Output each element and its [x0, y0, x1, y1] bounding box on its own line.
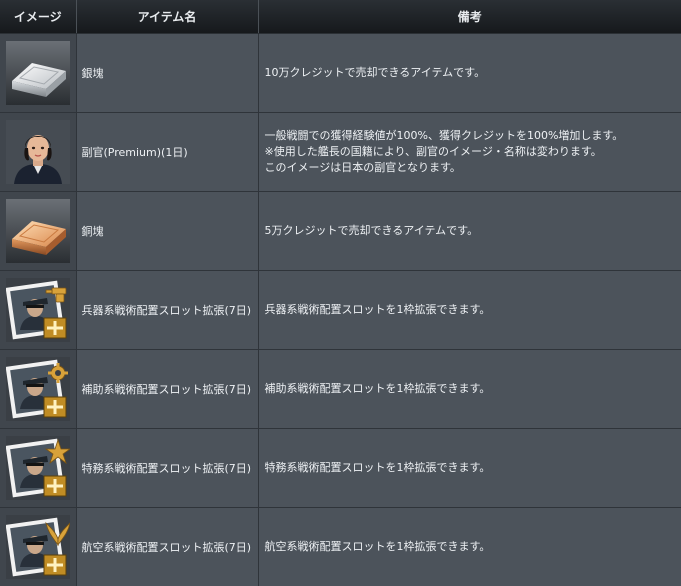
- support-slot-expand-icon: [5, 357, 70, 421]
- air-slot-expand-icon: [5, 515, 70, 579]
- table-row: 航空系戦術配置スロット拡張(7日) 航空系戦術配置スロットを1枠拡張できます。: [0, 507, 681, 586]
- table-row: 副官(Premium)(1日) 一般戦闘での獲得経験値が100%、獲得クレジット…: [0, 112, 681, 192]
- item-name: 特務系戦術配置スロット拡張(7日): [76, 428, 259, 508]
- item-image-cell: [0, 270, 77, 350]
- item-table: イメージ アイテム名 備考 銀塊 10万クレジットで売却できるアイテムです。 副…: [0, 0, 681, 586]
- table-row: 兵器系戦術配置スロット拡張(7日) 兵器系戦術配置スロットを1枠拡張できます。: [0, 270, 681, 350]
- silver-ingot-icon: [5, 41, 70, 105]
- item-name: 兵器系戦術配置スロット拡張(7日): [76, 270, 259, 350]
- item-name: 銅塊: [76, 191, 259, 271]
- header-item-name: アイテム名: [76, 0, 259, 34]
- table-row: 銀塊 10万クレジットで売却できるアイテムです。: [0, 33, 681, 113]
- item-name: 銀塊: [76, 33, 259, 113]
- item-note-line: 兵器系戦術配置スロットを1枠拡張できます。: [264, 303, 491, 316]
- item-note-line: ※使用した艦長の国籍により、副官のイメージ・名称は変わります。: [264, 145, 602, 158]
- weapon-slot-expand-icon: [5, 278, 70, 342]
- header-image: イメージ: [0, 0, 77, 34]
- item-image-cell: [0, 349, 77, 429]
- item-image-cell: [0, 112, 77, 192]
- item-note: 航空系戦術配置スロットを1枠拡張できます。: [258, 507, 681, 586]
- item-name: 航空系戦術配置スロット拡張(7日): [76, 507, 259, 586]
- item-note-line: 一般戦闘での獲得経験値が100%、獲得クレジットを100%増加します。: [264, 129, 624, 142]
- item-note-line: 航空系戦術配置スロットを1枠拡張できます。: [264, 540, 491, 553]
- item-note-line: 特務系戦術配置スロットを1枠拡張できます。: [264, 461, 491, 474]
- item-note: 補助系戦術配置スロットを1枠拡張できます。: [258, 349, 681, 429]
- copper-ingot-icon: [5, 199, 70, 263]
- item-note-line: 5万クレジットで売却できるアイテムです。: [264, 224, 479, 237]
- table-row: 補助系戦術配置スロット拡張(7日) 補助系戦術配置スロットを1枠拡張できます。: [0, 349, 681, 429]
- item-note-line: このイメージは日本の副官となります。: [264, 161, 461, 174]
- item-note: 5万クレジットで売却できるアイテムです。: [258, 191, 681, 271]
- table-row: 特務系戦術配置スロット拡張(7日) 特務系戦術配置スロットを1枠拡張できます。: [0, 428, 681, 508]
- item-note: 特務系戦術配置スロットを1枠拡張できます。: [258, 428, 681, 508]
- item-image-cell: [0, 191, 77, 271]
- table-header-row: イメージ アイテム名 備考: [0, 0, 681, 34]
- item-note: 兵器系戦術配置スロットを1枠拡張できます。: [258, 270, 681, 350]
- item-image-cell: [0, 428, 77, 508]
- table-row: 銅塊 5万クレジットで売却できるアイテムです。: [0, 191, 681, 271]
- item-note: 10万クレジットで売却できるアイテムです。: [258, 33, 681, 113]
- item-name: 補助系戦術配置スロット拡張(7日): [76, 349, 259, 429]
- item-image-cell: [0, 33, 77, 113]
- header-note: 備考: [258, 0, 681, 34]
- adjutant-portrait-icon: [5, 120, 70, 184]
- item-note-line: 補助系戦術配置スロットを1枠拡張できます。: [264, 382, 491, 395]
- item-note: 一般戦闘での獲得経験値が100%、獲得クレジットを100%増加します。 ※使用し…: [258, 112, 681, 192]
- item-image-cell: [0, 507, 77, 586]
- special-slot-expand-icon: [5, 436, 70, 500]
- item-name: 副官(Premium)(1日): [76, 112, 259, 192]
- item-note-line: 10万クレジットで売却できるアイテムです。: [264, 66, 486, 79]
